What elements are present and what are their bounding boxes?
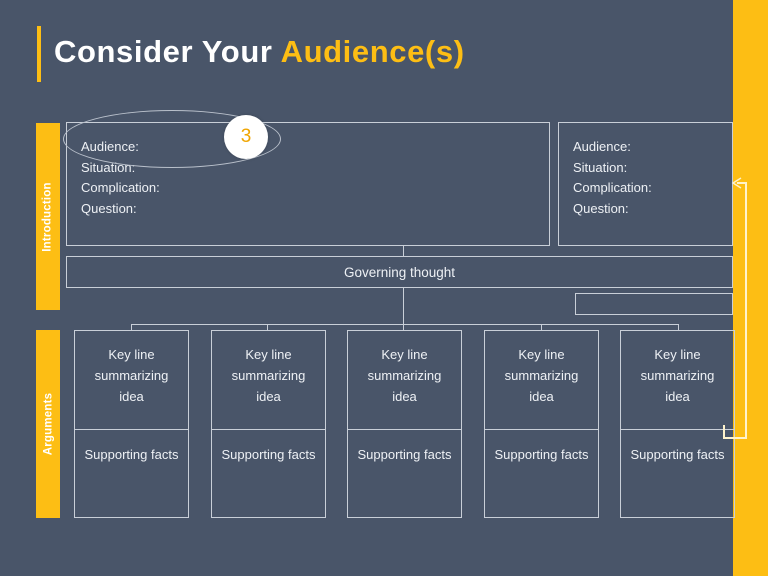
argument-supporting-1-label: Supporting facts (84, 447, 179, 462)
title-accent-bar (37, 26, 41, 82)
annotation-badge-number: 3 (240, 126, 252, 147)
governing-thought-box: Governing thought (66, 256, 733, 288)
section-bar-introduction: Introduction (36, 123, 60, 310)
section-bar-arguments-label: Arguments (42, 392, 55, 456)
argument-supporting-5-label: Supporting facts (630, 447, 725, 462)
argument-key-line-5-label: Key line summarizing idea (640, 347, 715, 404)
governing-thought-label: Governing thought (343, 264, 456, 280)
section-bar-introduction-label: Introduction (42, 181, 54, 252)
callout-arrowhead-icon (731, 177, 742, 189)
callout-arrow-bottom-stub (723, 425, 725, 438)
intro-right-line-situation: Situation: (573, 159, 628, 175)
intro-left-line-complication: Complication: (81, 180, 160, 195)
argument-supporting-2-label: Supporting facts (221, 447, 316, 462)
argument-key-line-1-label: Key line summarizing idea (94, 347, 169, 404)
introduction-box-right: Audience: Situation: Complication: Quest… (558, 122, 733, 246)
intro-left-line-question: Question: (81, 200, 137, 216)
argument-column-4: Key line summarizing idea Supporting fac… (484, 330, 599, 518)
extra-empty-box (575, 293, 733, 315)
argument-supporting-5: Supporting facts (621, 430, 734, 517)
intro-right-line-complication: Complication: (573, 180, 652, 195)
intro-right-line-question: Question: (573, 200, 629, 216)
section-bar-arguments: Arguments (36, 330, 60, 518)
callout-arrow-bottom (723, 437, 747, 439)
page-title-accent: Audience(s) (280, 34, 465, 69)
argument-supporting-4-label: Supporting facts (494, 447, 589, 462)
argument-key-line-2: Key line summarizing idea (212, 331, 325, 430)
page-title: Consider Your Audience(s) (54, 34, 465, 70)
argument-column-3: Key line summarizing idea Supporting fac… (347, 330, 462, 518)
annotation-badge: 3 (224, 115, 268, 159)
callout-arrow-vertical (745, 182, 747, 439)
argument-key-line-3: Key line summarizing idea (348, 331, 461, 430)
argument-key-line-4: Key line summarizing idea (485, 331, 598, 430)
connector-governing-stem (403, 288, 404, 325)
argument-key-line-5: Key line summarizing idea (621, 331, 734, 430)
argument-column-2: Key line summarizing idea Supporting fac… (211, 330, 326, 518)
argument-key-line-2-label: Key line summarizing idea (231, 347, 306, 404)
argument-supporting-1: Supporting facts (75, 430, 188, 517)
argument-key-line-4-label: Key line summarizing idea (504, 347, 579, 404)
argument-key-line-3-label: Key line summarizing idea (367, 347, 442, 404)
argument-supporting-3-label: Supporting facts (357, 447, 452, 462)
page-title-main: Consider Your (54, 34, 281, 69)
argument-column-5: Key line summarizing idea Supporting fac… (620, 330, 735, 518)
argument-supporting-3: Supporting facts (348, 430, 461, 517)
slide-canvas: Consider Your Audience(s) Introduction A… (0, 0, 768, 576)
argument-supporting-2: Supporting facts (212, 430, 325, 517)
connector-horizontal-bus (131, 324, 679, 325)
argument-column-1: Key line summarizing idea Supporting fac… (74, 330, 189, 518)
intro-right-line-audience: Audience: (573, 139, 631, 154)
right-accent-band (733, 0, 768, 576)
connector-intro-to-governing (403, 246, 404, 256)
argument-supporting-4: Supporting facts (485, 430, 598, 517)
argument-key-line-1: Key line summarizing idea (75, 331, 188, 430)
